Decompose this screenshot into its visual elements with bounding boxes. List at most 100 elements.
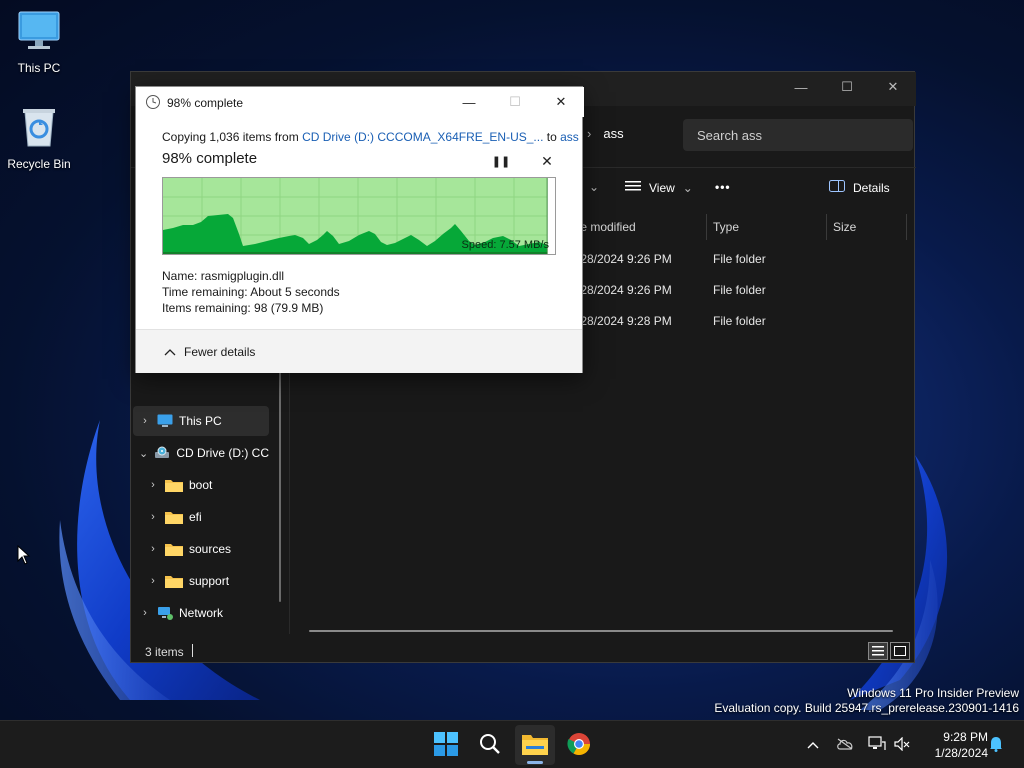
search-input[interactable]: Search ass	[683, 119, 913, 151]
column-divider[interactable]	[906, 214, 907, 240]
nav-item-this-pc[interactable]: › This PC	[133, 406, 269, 436]
maximize-icon[interactable]: ☐	[824, 72, 870, 102]
minimize-icon[interactable]: —	[778, 72, 824, 102]
destination-link[interactable]: ass	[560, 130, 579, 144]
dialog-body: Copying 1,036 items from CD Drive (D:) C…	[136, 117, 582, 329]
chevron-right-icon[interactable]: ›	[141, 479, 165, 491]
monitor-icon	[0, 10, 78, 55]
fewer-details-button[interactable]: Fewer details	[164, 345, 255, 359]
volume-tray[interactable]	[892, 721, 912, 768]
chevron-right-icon[interactable]: ›	[141, 543, 165, 555]
pause-button[interactable]: ❚❚	[492, 153, 510, 169]
chevron-up-icon	[807, 738, 819, 752]
nav-item-cd-drive[interactable]: ⌄ CD Drive (D:) CC	[133, 438, 269, 468]
network-tray[interactable]	[866, 721, 888, 768]
nav-item-network[interactable]: › Network	[133, 598, 269, 628]
detail-name-label: Name:	[162, 269, 198, 283]
chevron-right-icon[interactable]: ›	[133, 415, 157, 427]
detail-items-row: Items remaining: 98 (79.9 MB)	[162, 300, 340, 316]
nav-scrollbar[interactable]	[279, 372, 281, 602]
chevron-right-icon: ›	[587, 126, 592, 141]
details-pane-button[interactable]: Details	[829, 180, 890, 195]
column-size[interactable]: Size	[833, 220, 856, 234]
nav-label: This PC	[179, 414, 222, 428]
clock-icon	[145, 94, 161, 113]
copy-details: Name: rasmigplugin.dll Time remaining: A…	[162, 268, 340, 316]
chevron-right-icon[interactable]: ›	[133, 607, 157, 619]
taskbar: 9:28 PM 1/28/2024	[0, 720, 1024, 768]
minimize-icon[interactable]: —	[446, 87, 492, 117]
nav-item-sources[interactable]: › sources	[141, 534, 277, 564]
detail-name-value: rasmigplugin.dll	[200, 269, 285, 283]
close-icon[interactable]: ✕	[870, 72, 916, 102]
notifications-button[interactable]	[986, 721, 1006, 768]
breadcrumb-item[interactable]: ass	[603, 126, 623, 141]
percent-complete: 98% complete	[162, 150, 258, 167]
view-label: View	[649, 180, 675, 195]
nav-item-boot[interactable]: › boot	[141, 470, 277, 500]
row-modified: /28/2024 9:26 PM	[577, 283, 672, 297]
details-view-icon[interactable]	[868, 642, 888, 660]
column-divider[interactable]	[826, 214, 827, 240]
text-caret	[192, 644, 193, 657]
monitor-icon	[157, 414, 173, 428]
detail-items-label: Items remaining:	[162, 301, 251, 315]
nav-item-support[interactable]: › support	[141, 566, 277, 596]
speed-graph: Speed: 7.57 MB/s	[162, 177, 556, 255]
speed-label: Speed: 7.57 MB/s	[461, 239, 549, 251]
desktop-icon-this-pc[interactable]: This PC	[0, 10, 78, 75]
status-bar: 3 items	[131, 638, 916, 664]
watermark-line1: Windows 11 Pro Insider Preview	[847, 686, 1019, 700]
close-icon[interactable]: ✕	[538, 87, 584, 117]
chrome-icon	[567, 732, 591, 759]
chevron-right-icon[interactable]: ›	[141, 511, 165, 523]
cloud-offline-icon	[836, 738, 854, 753]
copy-progress-dialog: 98% complete — ☐ ✕ Copying 1,036 items f…	[135, 86, 584, 373]
column-date-modified[interactable]: te modified	[577, 220, 636, 234]
copy-to-word: to	[543, 130, 561, 144]
dialog-titlebar[interactable]: 98% complete — ☐ ✕	[136, 87, 584, 117]
maximize-icon: ☐	[509, 94, 521, 109]
row-modified: /28/2024 9:26 PM	[577, 252, 672, 266]
show-hidden-icons-button[interactable]	[802, 721, 824, 768]
more-options-button[interactable]: •••	[715, 180, 731, 194]
folder-icon	[165, 574, 183, 588]
view-button[interactable]: View ⌄	[625, 180, 693, 195]
desktop-icon-recycle-bin[interactable]: Recycle Bin	[0, 106, 78, 171]
mouse-cursor-icon	[17, 545, 31, 565]
horizontal-scrollbar[interactable]	[309, 630, 893, 632]
folder-icon	[165, 510, 183, 524]
copy-prefix: Copying 1,036 items from	[162, 130, 303, 144]
network-icon	[157, 606, 173, 620]
evaluation-watermark: Windows 11 Pro Insider Preview Evaluatio…	[714, 686, 1019, 716]
onedrive-tray[interactable]	[834, 721, 856, 768]
nav-label: Network	[179, 606, 224, 620]
details-pane-icon	[829, 180, 845, 195]
chevron-down-icon[interactable]: ⌄	[589, 180, 599, 194]
nav-item-efi[interactable]: › efi	[141, 502, 277, 532]
row-modified: /28/2024 9:28 PM	[577, 314, 672, 328]
taskbar-chrome[interactable]	[559, 725, 599, 765]
start-button[interactable]	[426, 725, 466, 765]
chevron-right-icon[interactable]: ›	[141, 575, 165, 587]
folder-icon	[165, 542, 183, 556]
taskbar-search-button[interactable]	[470, 725, 510, 765]
column-type[interactable]: Type	[713, 220, 739, 234]
cancel-button[interactable]: ✕	[538, 153, 556, 169]
fewer-details-label: Fewer details	[184, 345, 256, 359]
taskbar-file-explorer[interactable]	[515, 725, 555, 765]
breadcrumb[interactable]: › ass	[587, 126, 624, 141]
details-label: Details	[853, 180, 890, 195]
detail-time-row: Time remaining: About 5 seconds	[162, 284, 340, 300]
nav-label: support	[189, 574, 230, 588]
clock-time: 9:28 PM	[943, 730, 988, 744]
taskbar-clock[interactable]: 9:28 PM 1/28/2024	[920, 729, 988, 761]
large-icons-view-icon[interactable]	[890, 642, 910, 660]
chevron-up-icon	[164, 345, 176, 359]
chevron-down-icon[interactable]: ⌄	[133, 447, 154, 460]
view-lines-icon	[625, 180, 641, 195]
row-type: File folder	[713, 283, 766, 297]
source-link[interactable]: CD Drive (D:) CCCOMA_X64FRE_EN-US_...	[302, 130, 543, 144]
column-divider[interactable]	[706, 214, 707, 240]
watermark-line2: Evaluation copy. Build 25947.rs_prerelea…	[714, 701, 1019, 715]
